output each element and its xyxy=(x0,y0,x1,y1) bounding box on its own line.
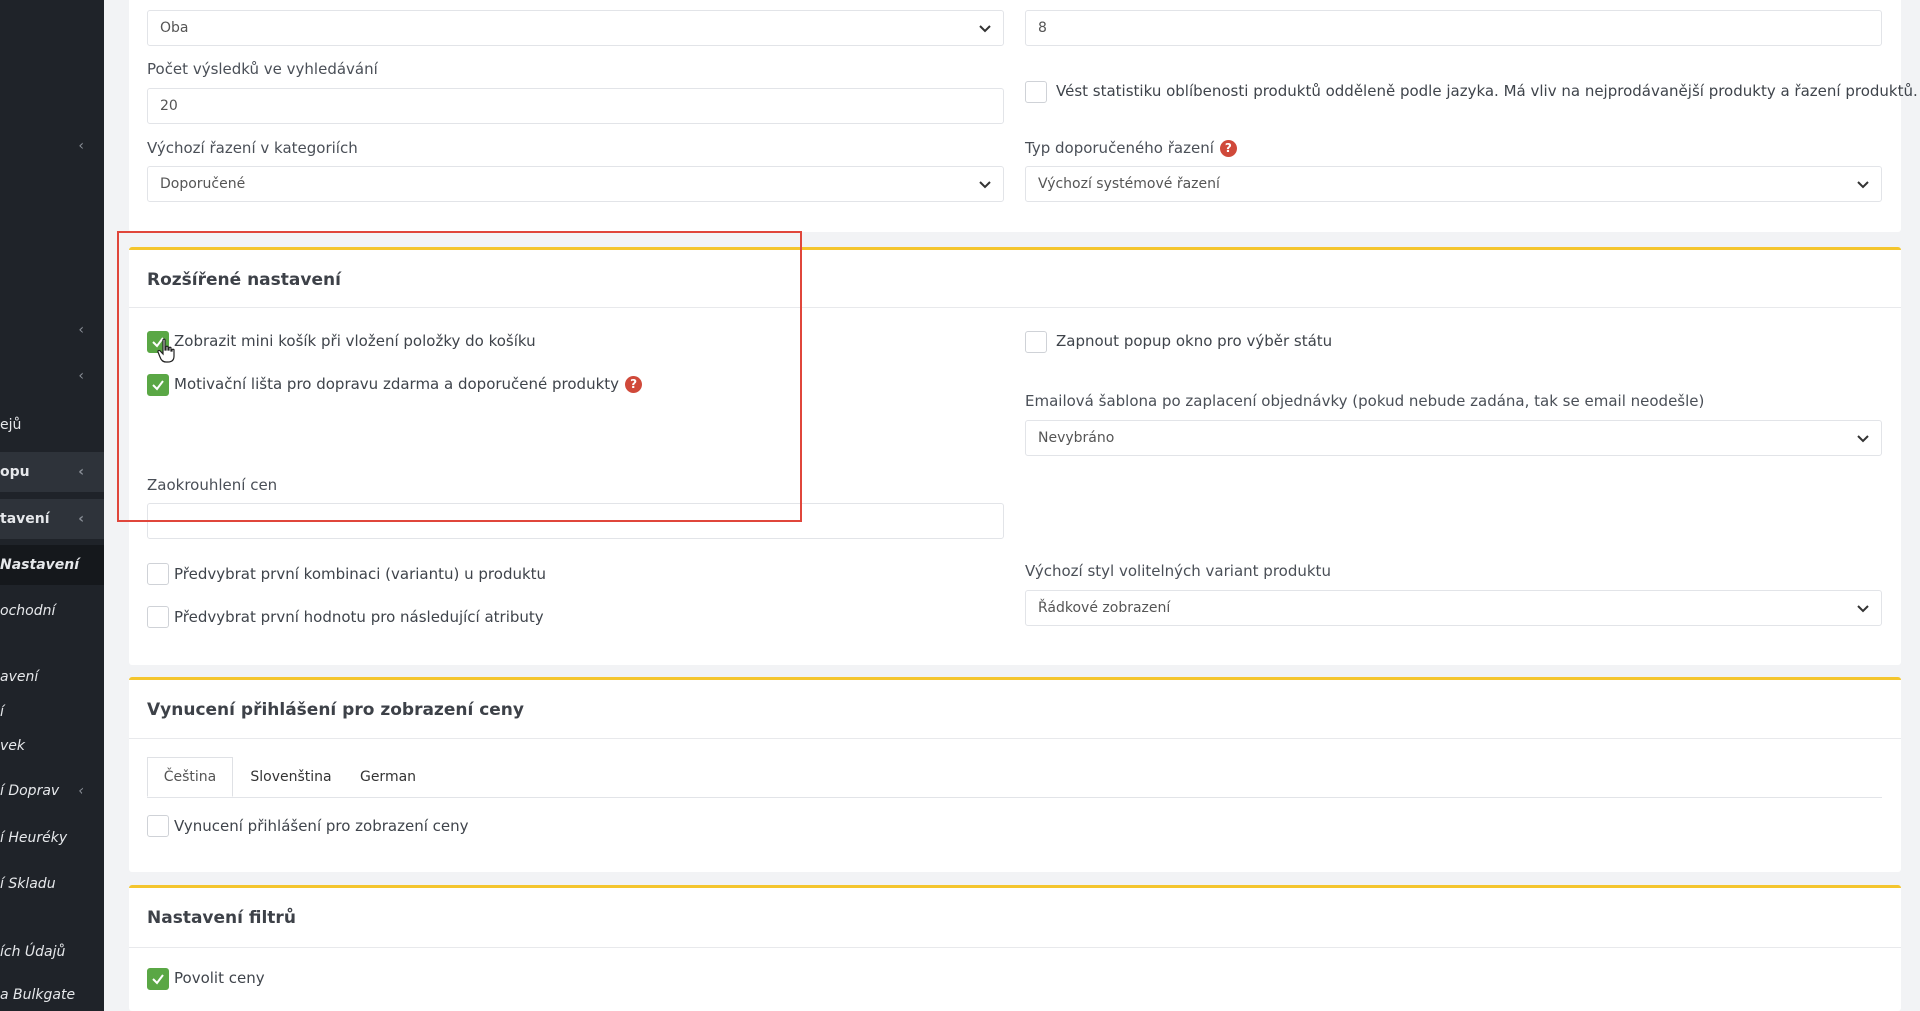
preselect-combination-checkbox[interactable] xyxy=(147,563,169,585)
motivation-bar-checkbox[interactable] xyxy=(147,374,169,396)
chevron-left-icon: ‹ xyxy=(78,464,84,480)
advanced-settings-title: Rozšířené nastavení xyxy=(147,270,341,290)
tab-cestina[interactable]: Čeština xyxy=(147,757,233,797)
sidebar-item-label: í Skladu xyxy=(0,876,56,892)
stats-by-language-checkbox[interactable] xyxy=(1025,81,1047,103)
preselect-value-checkbox[interactable] xyxy=(147,606,169,628)
sidebar-item[interactable]: ích Údajů xyxy=(0,932,104,972)
input-value: 8 xyxy=(1038,20,1047,36)
sidebar-item-label: í Heuréky xyxy=(0,830,68,846)
check-icon xyxy=(152,380,164,391)
number-input[interactable]: 8 xyxy=(1025,10,1882,46)
sidebar-item-label: tavení xyxy=(0,511,50,527)
sidebar-item-label: Nastavení xyxy=(0,557,80,573)
select-value: Řádkové zobrazení xyxy=(1038,600,1171,616)
sidebar: ‹ ‹ ‹ ejů opu ‹ tavení ‹ Nastavení ochodní… xyxy=(0,0,104,1011)
sidebar-item-label: avení xyxy=(0,669,39,685)
advanced-settings-card: Rozšířené nastavení Zobrazit mini košík … xyxy=(129,247,1901,665)
preselect-combination-label: Předvybrat první kombinaci (variantu) u … xyxy=(174,565,547,583)
hand-cursor-icon xyxy=(157,338,175,363)
price-rounding-input[interactable] xyxy=(147,503,1004,539)
login-required-label: Vynucení přihlášení pro zobrazení ceny xyxy=(174,817,469,835)
sidebar-item[interactable]: í Skladu xyxy=(0,864,104,904)
select-value: Nevybráno xyxy=(1038,430,1115,446)
tabs-divider xyxy=(147,797,1882,798)
login-required-title: Vynucení přihlášení pro zobrazení ceny xyxy=(147,700,524,720)
results-count-input[interactable]: 20 xyxy=(147,88,1004,124)
divider xyxy=(129,947,1901,948)
recommended-sort-select[interactable]: Výchozí systémové řazení xyxy=(1025,166,1882,202)
chevron-left-icon[interactable]: ‹ xyxy=(78,368,84,384)
tab-german[interactable]: German xyxy=(348,757,428,797)
email-template-select[interactable]: Nevybráno xyxy=(1025,420,1882,456)
chevron-left-icon: ‹ xyxy=(78,783,84,799)
variant-style-label: Výchozí styl volitelných variant produkt… xyxy=(1025,562,1331,580)
sidebar-item[interactable]: vek xyxy=(0,726,104,766)
chevron-left-icon[interactable]: ‹ xyxy=(78,322,84,338)
email-template-label: Emailová šablona po zaplacení objednávky… xyxy=(1025,392,1705,410)
chevron-down-icon xyxy=(1857,605,1869,613)
divider xyxy=(129,307,1901,308)
search-settings-card: Oba 8 Počet výsledků ve vyhledávání 20 V… xyxy=(129,0,1918,232)
sidebar-item[interactable]: opu ‹ xyxy=(0,452,104,492)
sidebar-item[interactable]: a Bulkgate xyxy=(0,978,104,1011)
sidebar-item-label: í Doprav xyxy=(0,783,60,799)
sidebar-item[interactable]: í Doprav ‹ xyxy=(0,771,104,811)
check-icon xyxy=(152,974,164,985)
country-popup-checkbox[interactable] xyxy=(1025,331,1047,353)
sidebar-item[interactable]: tavení ‹ xyxy=(0,499,104,539)
allow-prices-checkbox[interactable] xyxy=(147,968,169,990)
motivation-bar-label: Motivační lišta pro dopravu zdarma a dop… xyxy=(174,375,643,393)
chevron-down-icon xyxy=(1857,435,1869,443)
default-sort-label: Výchozí řazení v kategoriích xyxy=(147,139,358,157)
select-value: Oba xyxy=(160,20,189,36)
allow-prices-label: Povolit ceny xyxy=(174,969,265,987)
sidebar-item-label: í xyxy=(0,704,4,720)
sidebar-item-label: ejů xyxy=(0,417,22,433)
chevron-left-icon: ‹ xyxy=(78,511,84,527)
chevron-down-icon xyxy=(1857,181,1869,189)
chevron-down-icon xyxy=(979,25,991,33)
sidebar-item-label: vek xyxy=(0,738,26,754)
results-count-label: Počet výsledků ve vyhledávání xyxy=(147,60,378,78)
sidebar-item-nastaveni[interactable]: Nastavení xyxy=(0,545,104,585)
price-rounding-label: Zaokrouhlení cen xyxy=(147,476,278,494)
sidebar-item[interactable]: ejů xyxy=(0,405,104,445)
help-icon[interactable]: ? xyxy=(625,376,643,393)
sidebar-item-label: opu xyxy=(0,464,30,480)
mini-cart-label: Zobrazit mini košík při vložení položky … xyxy=(174,332,536,350)
sidebar-item[interactable]: ochodní xyxy=(0,591,104,631)
chevron-down-icon xyxy=(979,181,991,189)
stats-by-language-label: Vést statistiku oblíbenosti produktů odd… xyxy=(1056,82,1918,100)
search-type-select[interactable]: Oba xyxy=(147,10,1004,46)
country-popup-label: Zapnout popup okno pro výběr státu xyxy=(1056,332,1333,350)
recommended-sort-label: Typ doporučeného řazení? xyxy=(1025,139,1237,157)
default-sort-select[interactable]: Doporučené xyxy=(147,166,1004,202)
sidebar-item-label: ích Údajů xyxy=(0,944,66,960)
filters-card: Nastavení filtrů Povolit ceny xyxy=(129,885,1901,1011)
sidebar-item[interactable]: í xyxy=(0,700,104,724)
sidebar-item[interactable]: í Heuréky xyxy=(0,818,104,858)
divider xyxy=(129,738,1901,739)
tab-slovenstina[interactable]: Slovenština xyxy=(241,757,341,797)
sidebar-item-label: a Bulkgate xyxy=(0,986,76,1003)
sidebar-item-label: ochodní xyxy=(0,603,56,619)
main-content: Oba 8 Počet výsledků ve vyhledávání 20 V… xyxy=(104,0,1920,1011)
chevron-left-icon[interactable]: ‹ xyxy=(78,138,84,154)
help-icon[interactable]: ? xyxy=(1219,140,1237,157)
input-value: 20 xyxy=(160,98,178,114)
filters-title: Nastavení filtrů xyxy=(147,908,296,928)
variant-style-select[interactable]: Řádkové zobrazení xyxy=(1025,590,1882,626)
select-value: Doporučené xyxy=(160,176,246,192)
sidebar-item[interactable]: avení xyxy=(0,657,104,697)
preselect-value-label: Předvybrat první hodnotu pro následující… xyxy=(174,608,544,626)
select-value: Výchozí systémové řazení xyxy=(1038,176,1220,192)
login-required-checkbox[interactable] xyxy=(147,815,169,837)
